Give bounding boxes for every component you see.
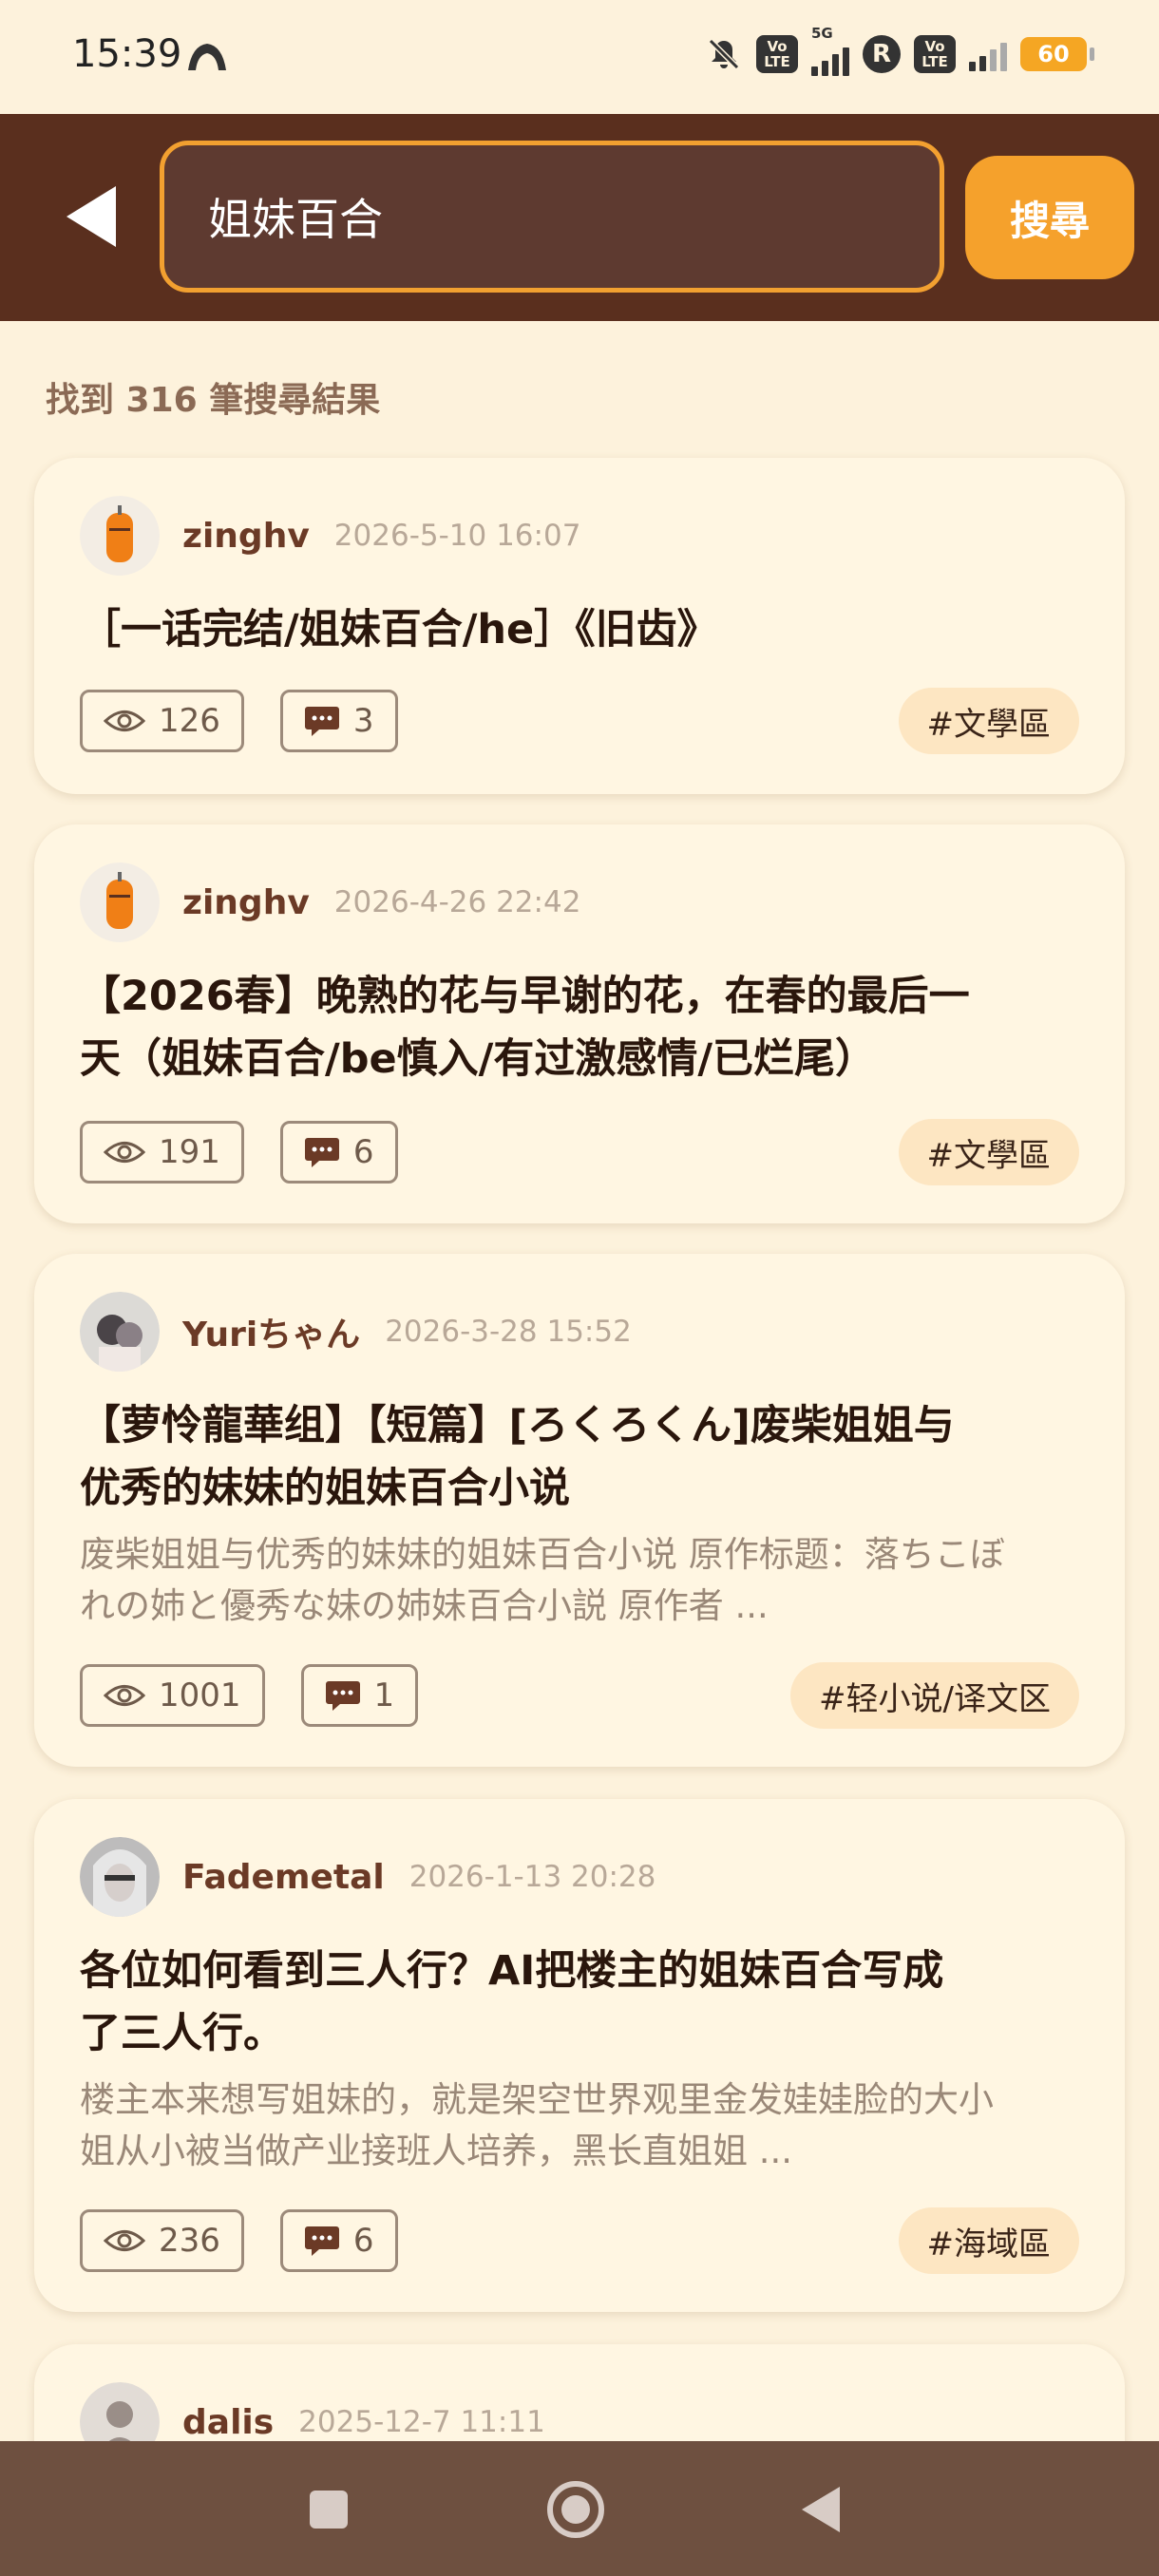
post-date: 2026-5-10 16:07 (333, 519, 581, 553)
post-title[interactable]: 【2026春】晚熟的花与早谢的花，在春的最后一 天（姐妹百合/be慎入/有过激感… (80, 965, 1079, 1090)
signal-5g-icon: 5G (811, 25, 849, 76)
result-count: 找到 316 筆搜尋結果 (46, 381, 381, 420)
post-card[interactable]: Yuriちゃん 2026-3-28 15:52 【萝怜龍華组】【短篇】[ろくろく… (34, 1254, 1125, 1767)
battery-icon: 60 (1020, 37, 1094, 71)
mute-icon (705, 35, 743, 73)
comment-icon (304, 2226, 339, 2256)
search-input[interactable] (206, 190, 913, 243)
eye-icon (104, 2230, 145, 2251)
recents-button[interactable] (289, 2470, 369, 2549)
post-date: 2026-1-13 20:28 (408, 1860, 656, 1894)
eye-icon (104, 1685, 145, 1706)
volte-icon: Vo LTE (756, 35, 798, 73)
avatar[interactable] (80, 1292, 160, 1372)
comment-count[interactable]: 6 (279, 1121, 398, 1184)
back-arrow-icon (66, 186, 116, 247)
comment-count[interactable]: 6 (279, 2209, 398, 2272)
post-card[interactable]: zinghv 2026-4-26 22:42 【2026春】晚熟的花与早谢的花，… (34, 824, 1125, 1223)
search-header: 搜尋 (0, 114, 1159, 321)
post-title[interactable]: 各位如何看到三人行？AI把楼主的姐妹百合写成 了三人行。 (80, 1940, 1079, 2065)
home-circle-icon (547, 2481, 604, 2538)
view-count: 126 (80, 690, 244, 752)
nav-back-button[interactable] (781, 2470, 861, 2549)
search-button[interactable]: 搜尋 (965, 156, 1134, 279)
avatar[interactable] (80, 1837, 160, 1917)
signal-icon (969, 37, 1007, 71)
view-count: 236 (80, 2209, 244, 2272)
system-nav-bar (0, 2441, 1159, 2576)
post-card[interactable]: zinghv 2026-5-10 16:07 ［一话完结/姐妹百合/he］《旧齿… (34, 458, 1125, 794)
comment-icon (304, 1138, 339, 1167)
post-tag[interactable]: #文學區 (898, 688, 1079, 754)
post-author[interactable]: dalis (182, 2403, 274, 2442)
post-author[interactable]: zinghv (182, 883, 310, 922)
comment-count[interactable]: 1 (300, 1664, 419, 1727)
post-excerpt: 废柴姐姐与优秀的妹妹的姐妹百合小说 原作标题：落ちこぼ れの姉と優秀な妹の姉妹百… (80, 1534, 1005, 1626)
status-bar: 15:39 Vo LTE 5G R Vo LTE 60 (0, 0, 1159, 114)
back-button[interactable] (53, 179, 129, 255)
post-date: 2026-3-28 15:52 (385, 1315, 632, 1349)
post-title[interactable]: ［一话完结/姐妹百合/he］《旧齿》 (80, 598, 1079, 661)
view-count: 1001 (80, 1664, 265, 1727)
eye-icon (104, 1142, 145, 1163)
avatar[interactable] (80, 496, 160, 576)
roaming-icon: R (863, 35, 901, 73)
post-excerpt: 楼主本来想写姐妹的，就是架空世界观里金发娃娃脸的大小 姐从小被当做产业接班人培养… (80, 2079, 994, 2171)
avatar[interactable] (80, 862, 160, 942)
comment-icon (325, 1681, 360, 1711)
comment-icon (304, 707, 339, 736)
post-tag[interactable]: #海域區 (898, 2207, 1079, 2274)
square-icon (310, 2491, 348, 2529)
post-date: 2025-12-7 11:11 (298, 2405, 545, 2439)
post-tag[interactable]: #轻小说/译文区 (790, 1662, 1079, 1729)
status-time: 15:39 (72, 32, 182, 76)
post-card[interactable]: Fademetal 2026-1-13 20:28 各位如何看到三人行？AI把楼… (34, 1799, 1125, 2312)
search-box[interactable] (160, 141, 944, 293)
triangle-back-icon (802, 2487, 840, 2532)
post-author[interactable]: Fademetal (182, 1858, 385, 1897)
post-author[interactable]: Yuriちゃん (182, 1307, 360, 1356)
app-logo-icon (188, 44, 226, 70)
comment-count[interactable]: 3 (279, 690, 398, 752)
home-button[interactable] (536, 2470, 616, 2549)
eye-icon (104, 710, 145, 731)
view-count: 191 (80, 1121, 244, 1184)
post-tag[interactable]: #文學區 (898, 1119, 1079, 1185)
volte-icon-2: Vo LTE (914, 35, 956, 73)
post-date: 2026-4-26 22:42 (333, 885, 581, 919)
post-author[interactable]: zinghv (182, 517, 310, 556)
post-title[interactable]: 【萝怜龍華组】【短篇】[ろくろくん]废柴姐姐与 优秀的妹妹的姐妹百合小说 (80, 1394, 1079, 1520)
